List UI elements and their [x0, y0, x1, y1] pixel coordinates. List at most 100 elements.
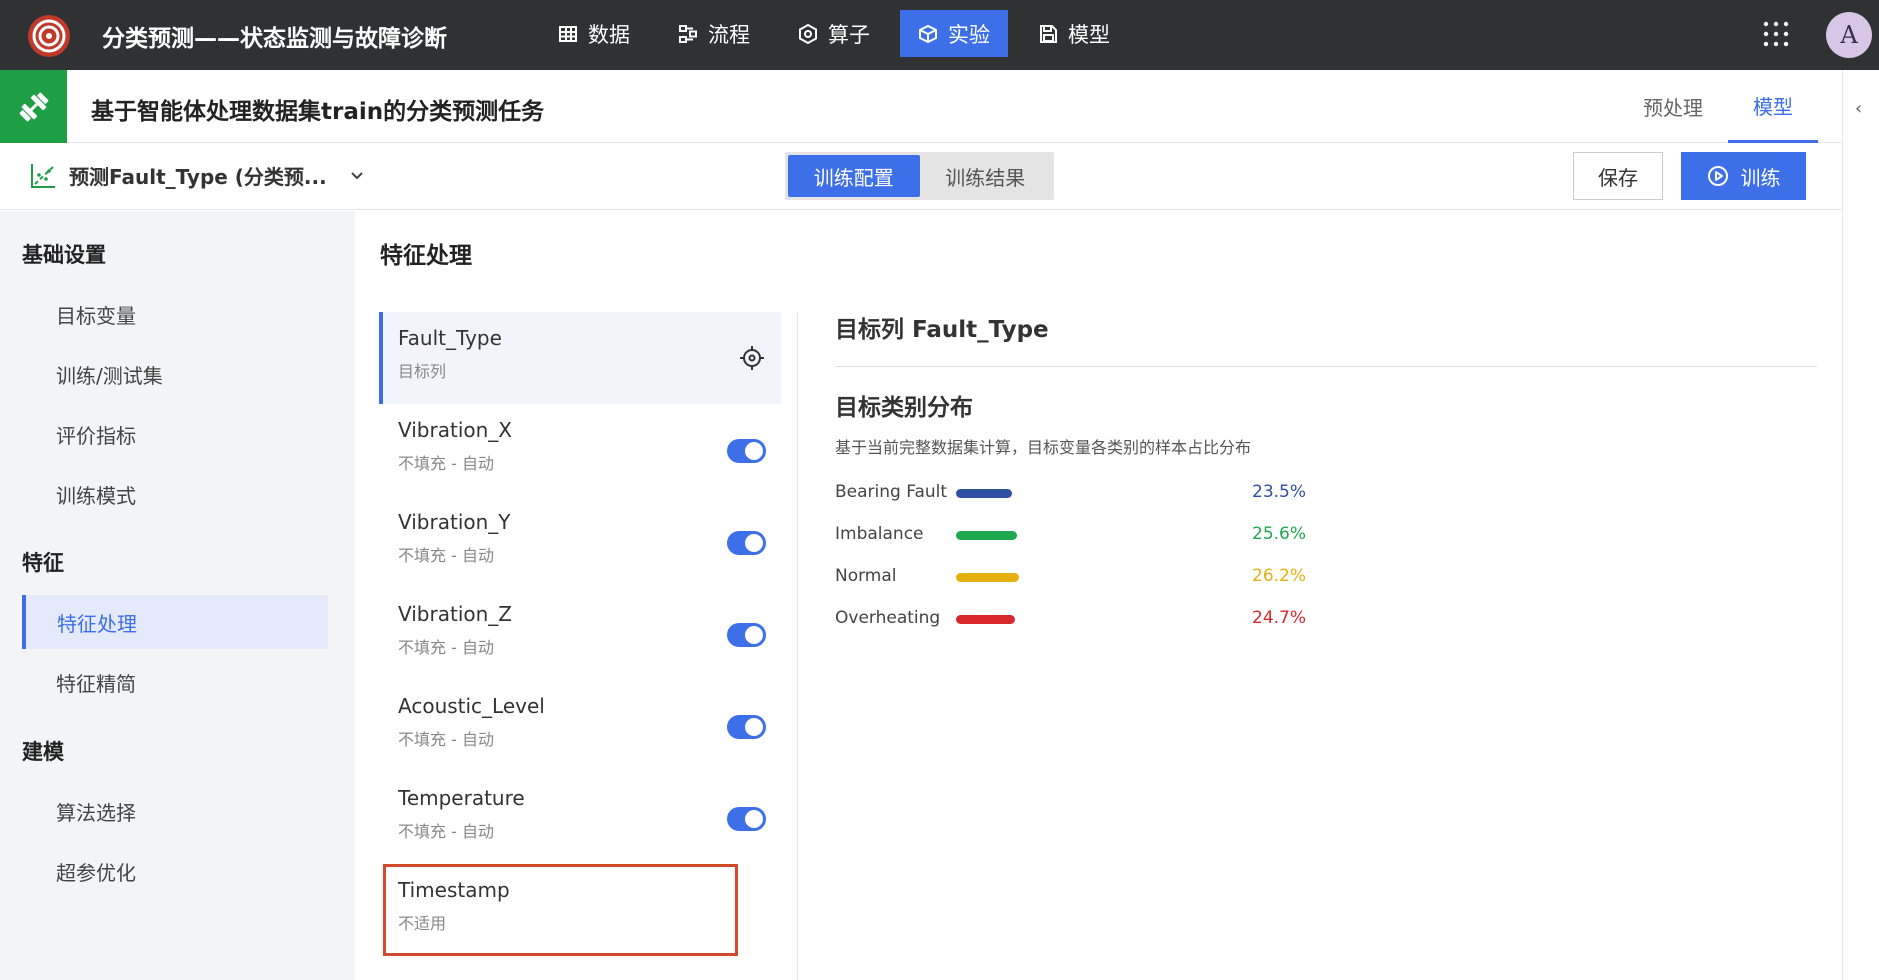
feature-status: 不填充 - 自动: [398, 822, 494, 841]
task-type-icon: [0, 70, 67, 143]
main-nav: 数据 流程 算子 实验 模型: [540, 10, 1140, 60]
nav-label: 实验: [948, 22, 990, 47]
feature-item-timestamp[interactable]: Timestamp 不适用: [383, 864, 738, 956]
tab-preprocess[interactable]: 预处理: [1618, 70, 1728, 143]
class-share-value: 23.5%: [1252, 482, 1307, 502]
target-select[interactable]: 预测Fault_Type (分类预...: [29, 161, 365, 190]
feature-item-vibration-z[interactable]: Vibration_Z 不填充 - 自动: [379, 588, 781, 680]
feature-toggle[interactable]: [727, 439, 766, 463]
divider: [835, 366, 1817, 367]
feature-name: Vibration_X: [398, 418, 512, 442]
nav-label: 算子: [828, 22, 870, 47]
tab-train-config[interactable]: 训练配置: [788, 155, 920, 197]
cube-icon: [919, 24, 937, 43]
tab-train-result[interactable]: 训练结果: [920, 155, 1052, 197]
feature-item-fault-type[interactable]: Fault_Type 目标列: [379, 312, 781, 404]
nav-label: 流程: [708, 22, 750, 47]
app-logo-icon[interactable]: [26, 13, 72, 59]
class-share-value: 24.7%: [1252, 608, 1307, 628]
feature-name: Timestamp: [398, 878, 510, 902]
section-title-modeling: 建模: [22, 740, 64, 764]
distribution-row: Overheating 24.7%: [835, 598, 1817, 640]
task-tabs: 预处理 模型: [1618, 70, 1818, 143]
page-title: 特征处理: [380, 243, 472, 269]
feature-name: Fault_Type: [398, 326, 502, 350]
feature-status: 不填充 - 自动: [398, 638, 494, 657]
feature-status: 目标列: [398, 362, 447, 381]
distribution-list: Bearing Fault 23.5% Imbalance 25.6% Normal 26…: [835, 472, 1817, 640]
class-name: Bearing Fault: [835, 482, 948, 502]
chevron-down-icon: [351, 171, 363, 179]
nav-item-operator[interactable]: 算子: [780, 10, 888, 57]
feature-toggle[interactable]: [727, 807, 766, 831]
feature-status: 不适用: [398, 914, 447, 933]
save-icon: [1040, 24, 1057, 43]
sidebar-item-feature-processing[interactable]: 特征处理: [22, 595, 328, 649]
settings-sidebar: 基础设置 目标变量 训练/测试集 评价指标 训练模式 特征 特征处理 特征精简 …: [0, 211, 355, 980]
class-name: Overheating: [835, 608, 941, 628]
chart-scatter-icon: [31, 163, 55, 188]
distribution-title: 目标类别分布: [835, 395, 973, 421]
class-share-bar: [956, 531, 1017, 540]
feature-detail-panel: 目标列 Fault_Type 目标类别分布 基于当前完整数据集计算，目标变量各类…: [835, 310, 1817, 640]
task-header: 基于智能体处理数据集train的分类预测任务 预处理 模型: [0, 70, 1842, 143]
chevron-left-icon[interactable]: ‹: [1855, 98, 1862, 119]
task-title: 基于智能体处理数据集train的分类预测任务: [91, 99, 545, 125]
class-name: Imbalance: [835, 524, 924, 544]
feature-name: Vibration_Z: [398, 602, 512, 626]
nav-item-data[interactable]: 数据: [540, 10, 648, 57]
feature-toggle[interactable]: [727, 531, 766, 555]
train-button-label: 训练: [1740, 165, 1781, 190]
table-icon: [559, 25, 577, 42]
distribution-description: 基于当前完整数据集计算，目标变量各类别的样本占比分布: [835, 438, 1252, 457]
feature-item-temperature[interactable]: Temperature 不填充 - 自动: [379, 772, 781, 864]
feature-name: Vibration_Y: [398, 510, 511, 534]
class-share-bar: [956, 489, 1012, 498]
class-share-bar: [956, 573, 1019, 582]
distribution-row: Normal 26.2%: [835, 556, 1817, 598]
feature-toggle[interactable]: [727, 623, 766, 647]
sidebar-item-hyperparam[interactable]: 超参优化: [22, 844, 328, 898]
target-select-value: 预测Fault_Type (分类预...: [69, 165, 327, 189]
tab-model[interactable]: 模型: [1728, 70, 1818, 143]
distribution-row: Bearing Fault 23.5%: [835, 472, 1817, 514]
class-share-bar: [956, 615, 1015, 624]
nav-item-model[interactable]: 模型: [1020, 10, 1128, 57]
operator-icon: [799, 23, 817, 44]
config-result-switch: 训练配置 训练结果: [785, 152, 1054, 200]
toolbar: 预测Fault_Type (分类预... 训练配置 训练结果 保存 训练: [0, 143, 1842, 210]
train-button[interactable]: 训练: [1681, 152, 1806, 200]
feature-item-vibration-x[interactable]: Vibration_X 不填充 - 自动: [379, 404, 781, 496]
nav-item-experiment[interactable]: 实验: [900, 10, 1008, 57]
nav-item-flow[interactable]: 流程: [660, 10, 768, 57]
class-share-value: 25.6%: [1252, 524, 1307, 544]
avatar[interactable]: A: [1826, 12, 1872, 58]
sidebar-item-train-mode[interactable]: 训练模式: [22, 467, 328, 521]
feature-status: 不填充 - 自动: [398, 730, 494, 749]
nav-label: 数据: [588, 22, 630, 47]
feature-name: Temperature: [398, 786, 525, 810]
play-circle-icon: [1707, 166, 1728, 186]
feature-toggle[interactable]: [727, 715, 766, 739]
sidebar-item-metrics[interactable]: 评价指标: [22, 407, 328, 461]
section-title-feature: 特征: [22, 551, 64, 575]
sidebar-item-target-variable[interactable]: 目标变量: [22, 287, 328, 341]
distribution-row: Imbalance 25.6%: [835, 514, 1817, 556]
panel-divider: [797, 312, 798, 980]
sidebar-item-feature-selection[interactable]: 特征精简: [22, 655, 328, 709]
side-panel-collapse[interactable]: ‹: [1842, 70, 1879, 980]
save-button[interactable]: 保存: [1573, 152, 1663, 200]
section-title-basic: 基础设置: [22, 243, 106, 267]
class-share-value: 26.2%: [1252, 566, 1307, 586]
feature-status: 不填充 - 自动: [398, 546, 494, 565]
apps-grid-icon[interactable]: [1763, 21, 1789, 47]
feature-item-acoustic-level[interactable]: Acoustic_Level 不填充 - 自动: [379, 680, 781, 772]
sidebar-item-algorithm[interactable]: 算法选择: [22, 784, 328, 838]
top-bar: 分类预测——状态监测与故障诊断 数据 流程 算子 实验 模型 A: [0, 0, 1879, 70]
feature-item-vibration-y[interactable]: Vibration_Y 不填充 - 自动: [379, 496, 781, 588]
crosshair-icon: [740, 346, 764, 370]
sidebar-item-train-test[interactable]: 训练/测试集: [22, 347, 328, 401]
flow-icon: [679, 24, 697, 43]
nav-label: 模型: [1068, 22, 1110, 47]
detail-title: 目标列 Fault_Type: [835, 317, 1049, 343]
